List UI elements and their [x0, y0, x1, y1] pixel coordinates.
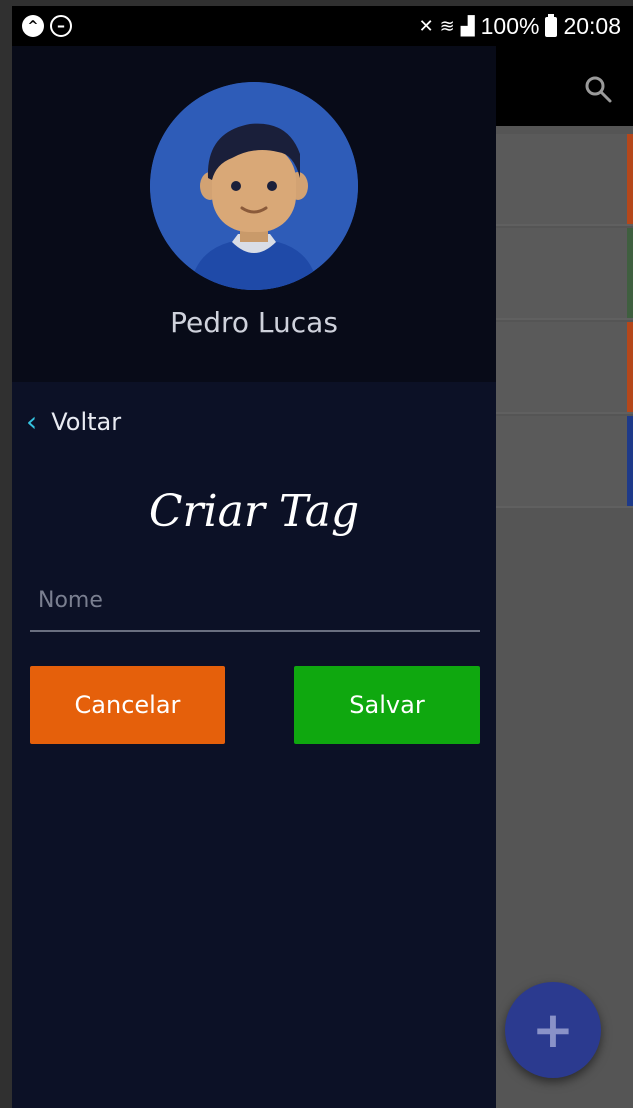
- list-item[interactable]: [496, 228, 633, 320]
- mute-icon: ✕: [418, 16, 434, 36]
- cancel-button[interactable]: Cancelar: [30, 666, 225, 744]
- user-name: Pedro Lucas: [170, 306, 338, 339]
- list-item[interactable]: [496, 134, 633, 226]
- chevron-left-icon: ‹: [26, 405, 38, 438]
- navigation-drawer: Pedro Lucas ‹ Voltar Criar Tag Cancelar …: [12, 46, 496, 1108]
- status-bar: ^ – ✕ ≋ ▟ 100% 20:08: [12, 6, 633, 46]
- back-button[interactable]: ‹ Voltar: [26, 405, 122, 438]
- drawer-header: Pedro Lucas: [12, 46, 496, 382]
- save-button[interactable]: Salvar: [294, 666, 480, 744]
- battery-icon: [545, 13, 558, 37]
- form-title: Criar Tag: [148, 486, 360, 537]
- do-not-disturb-icon: –: [50, 15, 72, 37]
- search-icon[interactable]: [583, 74, 613, 104]
- screen-frame: ^ – ✕ ≋ ▟ 100% 20:08 + Pedro Lucas ‹ Vol…: [0, 0, 633, 1108]
- list-item-accent: [627, 228, 633, 318]
- list-item-accent: [627, 134, 633, 224]
- list-item-accent: [627, 416, 633, 506]
- list-item[interactable]: [496, 416, 633, 508]
- name-input[interactable]: [30, 570, 480, 632]
- wifi-icon: ≋: [439, 16, 455, 36]
- app-notification-icon: ^: [22, 15, 44, 37]
- avatar: [150, 82, 358, 290]
- back-label: Voltar: [51, 408, 122, 436]
- user-avatar-icon: [150, 82, 358, 290]
- status-right: ✕ ≋ ▟ 100% 20:08: [419, 13, 621, 40]
- signal-icon: ▟: [460, 16, 475, 36]
- add-fab-button[interactable]: +: [505, 982, 601, 1078]
- status-time: 20:08: [563, 13, 621, 39]
- list-item-accent: [627, 322, 633, 412]
- list-item[interactable]: [496, 322, 633, 414]
- phone-screen: ^ – ✕ ≋ ▟ 100% 20:08 + Pedro Lucas ‹ Vol…: [12, 6, 633, 1108]
- battery-percent: 100%: [480, 13, 540, 39]
- status-left-icons: ^ –: [22, 15, 72, 37]
